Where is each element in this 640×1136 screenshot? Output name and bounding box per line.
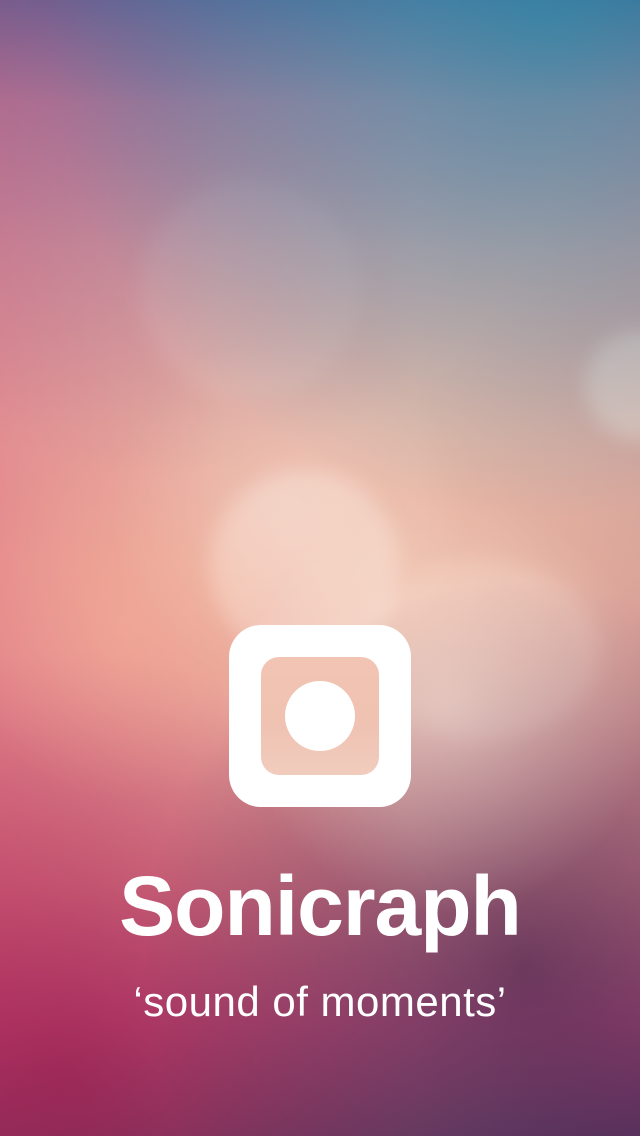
- logo-record-dot: [285, 681, 355, 751]
- app-name: Sonicraph: [119, 859, 522, 953]
- splash-background: [0, 0, 640, 1136]
- app-logo-icon: [229, 625, 411, 807]
- app-tagline: ‘sound of moments’: [133, 978, 507, 1025]
- logo-window: [261, 657, 379, 775]
- bokeh-light: [140, 180, 360, 400]
- bokeh-light: [585, 330, 640, 440]
